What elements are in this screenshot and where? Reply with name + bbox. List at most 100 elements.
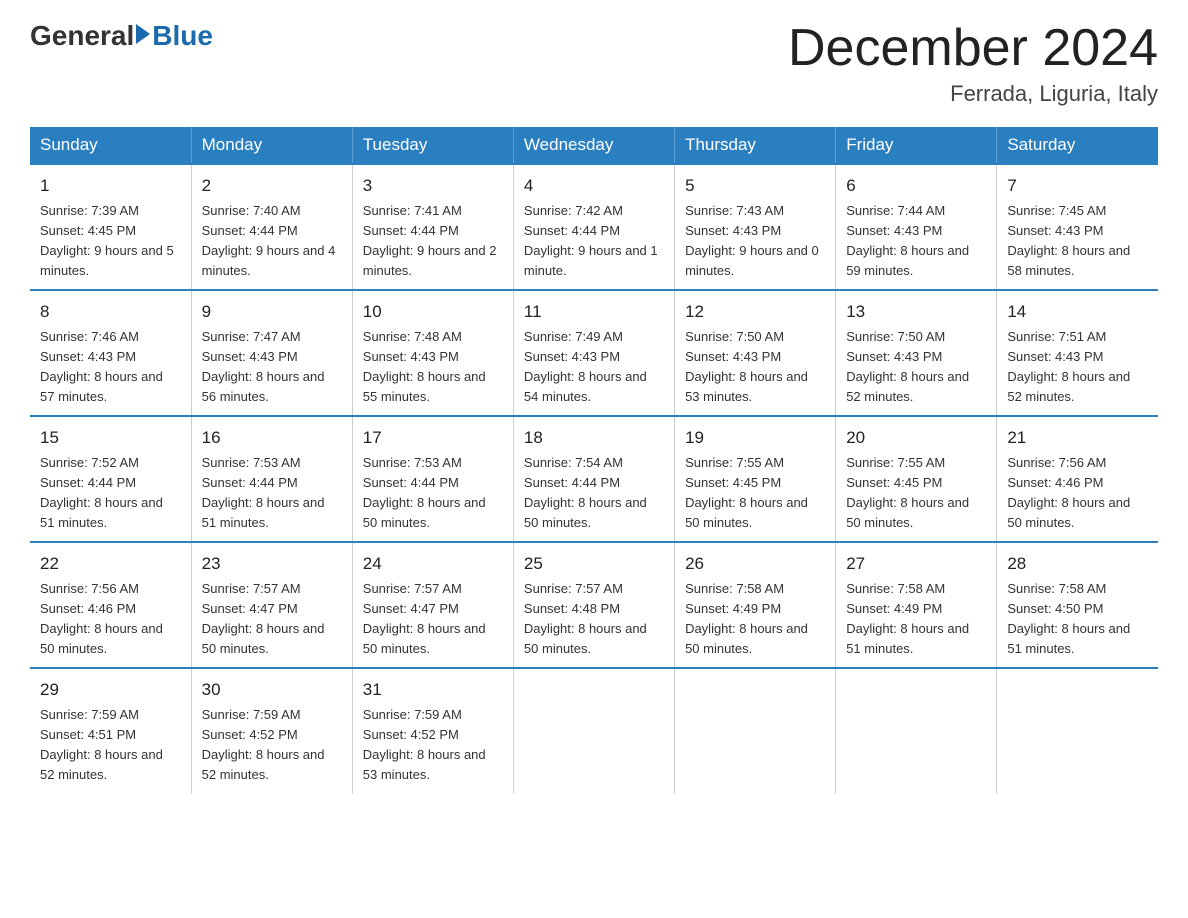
page-subtitle: Ferrada, Liguria, Italy bbox=[788, 81, 1158, 107]
day-info: Sunrise: 7:56 AMSunset: 4:46 PMDaylight:… bbox=[40, 579, 181, 660]
calendar-cell: 15Sunrise: 7:52 AMSunset: 4:44 PMDayligh… bbox=[30, 416, 191, 542]
calendar-week-row: 15Sunrise: 7:52 AMSunset: 4:44 PMDayligh… bbox=[30, 416, 1158, 542]
calendar-cell: 24Sunrise: 7:57 AMSunset: 4:47 PMDayligh… bbox=[352, 542, 513, 668]
day-info: Sunrise: 7:59 AMSunset: 4:51 PMDaylight:… bbox=[40, 705, 181, 786]
day-info: Sunrise: 7:44 AMSunset: 4:43 PMDaylight:… bbox=[846, 201, 986, 282]
calendar-table: Sunday Monday Tuesday Wednesday Thursday… bbox=[30, 127, 1158, 793]
day-number: 31 bbox=[363, 677, 503, 703]
day-number: 1 bbox=[40, 173, 181, 199]
day-info: Sunrise: 7:42 AMSunset: 4:44 PMDaylight:… bbox=[524, 201, 664, 282]
calendar-cell: 27Sunrise: 7:58 AMSunset: 4:49 PMDayligh… bbox=[836, 542, 997, 668]
calendar-cell: 8Sunrise: 7:46 AMSunset: 4:43 PMDaylight… bbox=[30, 290, 191, 416]
day-number: 20 bbox=[846, 425, 986, 451]
day-info: Sunrise: 7:57 AMSunset: 4:47 PMDaylight:… bbox=[363, 579, 503, 660]
day-number: 11 bbox=[524, 299, 664, 325]
header-thursday: Thursday bbox=[675, 127, 836, 164]
header-monday: Monday bbox=[191, 127, 352, 164]
day-number: 8 bbox=[40, 299, 181, 325]
day-info: Sunrise: 7:54 AMSunset: 4:44 PMDaylight:… bbox=[524, 453, 664, 534]
calendar-week-row: 8Sunrise: 7:46 AMSunset: 4:43 PMDaylight… bbox=[30, 290, 1158, 416]
day-info: Sunrise: 7:55 AMSunset: 4:45 PMDaylight:… bbox=[685, 453, 825, 534]
day-info: Sunrise: 7:58 AMSunset: 4:49 PMDaylight:… bbox=[846, 579, 986, 660]
day-info: Sunrise: 7:57 AMSunset: 4:48 PMDaylight:… bbox=[524, 579, 664, 660]
day-number: 30 bbox=[202, 677, 342, 703]
day-number: 17 bbox=[363, 425, 503, 451]
logo-blue-part: Blue bbox=[134, 20, 213, 52]
day-number: 4 bbox=[524, 173, 664, 199]
calendar-cell: 30Sunrise: 7:59 AMSunset: 4:52 PMDayligh… bbox=[191, 668, 352, 793]
page-title: December 2024 bbox=[788, 20, 1158, 77]
calendar-week-row: 29Sunrise: 7:59 AMSunset: 4:51 PMDayligh… bbox=[30, 668, 1158, 793]
calendar-cell: 7Sunrise: 7:45 AMSunset: 4:43 PMDaylight… bbox=[997, 164, 1158, 290]
day-info: Sunrise: 7:57 AMSunset: 4:47 PMDaylight:… bbox=[202, 579, 342, 660]
day-number: 12 bbox=[685, 299, 825, 325]
day-number: 23 bbox=[202, 551, 342, 577]
calendar-cell: 22Sunrise: 7:56 AMSunset: 4:46 PMDayligh… bbox=[30, 542, 191, 668]
day-info: Sunrise: 7:55 AMSunset: 4:45 PMDaylight:… bbox=[846, 453, 986, 534]
day-number: 3 bbox=[363, 173, 503, 199]
calendar-cell: 16Sunrise: 7:53 AMSunset: 4:44 PMDayligh… bbox=[191, 416, 352, 542]
logo-blue-text: Blue bbox=[152, 20, 213, 52]
day-info: Sunrise: 7:47 AMSunset: 4:43 PMDaylight:… bbox=[202, 327, 342, 408]
calendar-cell: 1Sunrise: 7:39 AMSunset: 4:45 PMDaylight… bbox=[30, 164, 191, 290]
calendar-cell: 26Sunrise: 7:58 AMSunset: 4:49 PMDayligh… bbox=[675, 542, 836, 668]
calendar-cell: 17Sunrise: 7:53 AMSunset: 4:44 PMDayligh… bbox=[352, 416, 513, 542]
day-info: Sunrise: 7:46 AMSunset: 4:43 PMDaylight:… bbox=[40, 327, 181, 408]
day-info: Sunrise: 7:45 AMSunset: 4:43 PMDaylight:… bbox=[1007, 201, 1148, 282]
calendar-cell: 31Sunrise: 7:59 AMSunset: 4:52 PMDayligh… bbox=[352, 668, 513, 793]
day-info: Sunrise: 7:56 AMSunset: 4:46 PMDaylight:… bbox=[1007, 453, 1148, 534]
calendar-cell: 9Sunrise: 7:47 AMSunset: 4:43 PMDaylight… bbox=[191, 290, 352, 416]
day-info: Sunrise: 7:40 AMSunset: 4:44 PMDaylight:… bbox=[202, 201, 342, 282]
header-tuesday: Tuesday bbox=[352, 127, 513, 164]
header-friday: Friday bbox=[836, 127, 997, 164]
day-number: 2 bbox=[202, 173, 342, 199]
day-number: 10 bbox=[363, 299, 503, 325]
calendar-cell: 12Sunrise: 7:50 AMSunset: 4:43 PMDayligh… bbox=[675, 290, 836, 416]
day-info: Sunrise: 7:43 AMSunset: 4:43 PMDaylight:… bbox=[685, 201, 825, 282]
day-number: 22 bbox=[40, 551, 181, 577]
header-wednesday: Wednesday bbox=[513, 127, 674, 164]
day-info: Sunrise: 7:39 AMSunset: 4:45 PMDaylight:… bbox=[40, 201, 181, 282]
header-saturday: Saturday bbox=[997, 127, 1158, 164]
calendar-cell: 6Sunrise: 7:44 AMSunset: 4:43 PMDaylight… bbox=[836, 164, 997, 290]
logo-arrow-icon bbox=[136, 24, 150, 44]
calendar-cell bbox=[675, 668, 836, 793]
day-info: Sunrise: 7:53 AMSunset: 4:44 PMDaylight:… bbox=[202, 453, 342, 534]
day-number: 29 bbox=[40, 677, 181, 703]
day-number: 14 bbox=[1007, 299, 1148, 325]
calendar-cell: 19Sunrise: 7:55 AMSunset: 4:45 PMDayligh… bbox=[675, 416, 836, 542]
calendar-cell: 23Sunrise: 7:57 AMSunset: 4:47 PMDayligh… bbox=[191, 542, 352, 668]
calendar-cell: 20Sunrise: 7:55 AMSunset: 4:45 PMDayligh… bbox=[836, 416, 997, 542]
day-number: 18 bbox=[524, 425, 664, 451]
day-info: Sunrise: 7:41 AMSunset: 4:44 PMDaylight:… bbox=[363, 201, 503, 282]
day-info: Sunrise: 7:52 AMSunset: 4:44 PMDaylight:… bbox=[40, 453, 181, 534]
calendar-header: Sunday Monday Tuesday Wednesday Thursday… bbox=[30, 127, 1158, 164]
day-number: 13 bbox=[846, 299, 986, 325]
calendar-cell bbox=[997, 668, 1158, 793]
header-sunday: Sunday bbox=[30, 127, 191, 164]
day-info: Sunrise: 7:48 AMSunset: 4:43 PMDaylight:… bbox=[363, 327, 503, 408]
calendar-cell: 4Sunrise: 7:42 AMSunset: 4:44 PMDaylight… bbox=[513, 164, 674, 290]
calendar-cell bbox=[513, 668, 674, 793]
logo: General Blue bbox=[30, 20, 213, 52]
day-info: Sunrise: 7:50 AMSunset: 4:43 PMDaylight:… bbox=[685, 327, 825, 408]
calendar-cell: 10Sunrise: 7:48 AMSunset: 4:43 PMDayligh… bbox=[352, 290, 513, 416]
calendar-cell: 3Sunrise: 7:41 AMSunset: 4:44 PMDaylight… bbox=[352, 164, 513, 290]
day-info: Sunrise: 7:49 AMSunset: 4:43 PMDaylight:… bbox=[524, 327, 664, 408]
logo-general-text: General bbox=[30, 20, 134, 52]
calendar-cell: 21Sunrise: 7:56 AMSunset: 4:46 PMDayligh… bbox=[997, 416, 1158, 542]
day-number: 21 bbox=[1007, 425, 1148, 451]
day-info: Sunrise: 7:58 AMSunset: 4:49 PMDaylight:… bbox=[685, 579, 825, 660]
calendar-week-row: 22Sunrise: 7:56 AMSunset: 4:46 PMDayligh… bbox=[30, 542, 1158, 668]
calendar-body: 1Sunrise: 7:39 AMSunset: 4:45 PMDaylight… bbox=[30, 164, 1158, 793]
calendar-cell: 18Sunrise: 7:54 AMSunset: 4:44 PMDayligh… bbox=[513, 416, 674, 542]
day-number: 19 bbox=[685, 425, 825, 451]
day-number: 6 bbox=[846, 173, 986, 199]
calendar-cell: 2Sunrise: 7:40 AMSunset: 4:44 PMDaylight… bbox=[191, 164, 352, 290]
day-number: 5 bbox=[685, 173, 825, 199]
calendar-cell: 29Sunrise: 7:59 AMSunset: 4:51 PMDayligh… bbox=[30, 668, 191, 793]
day-info: Sunrise: 7:51 AMSunset: 4:43 PMDaylight:… bbox=[1007, 327, 1148, 408]
day-info: Sunrise: 7:53 AMSunset: 4:44 PMDaylight:… bbox=[363, 453, 503, 534]
calendar-cell: 25Sunrise: 7:57 AMSunset: 4:48 PMDayligh… bbox=[513, 542, 674, 668]
day-number: 7 bbox=[1007, 173, 1148, 199]
